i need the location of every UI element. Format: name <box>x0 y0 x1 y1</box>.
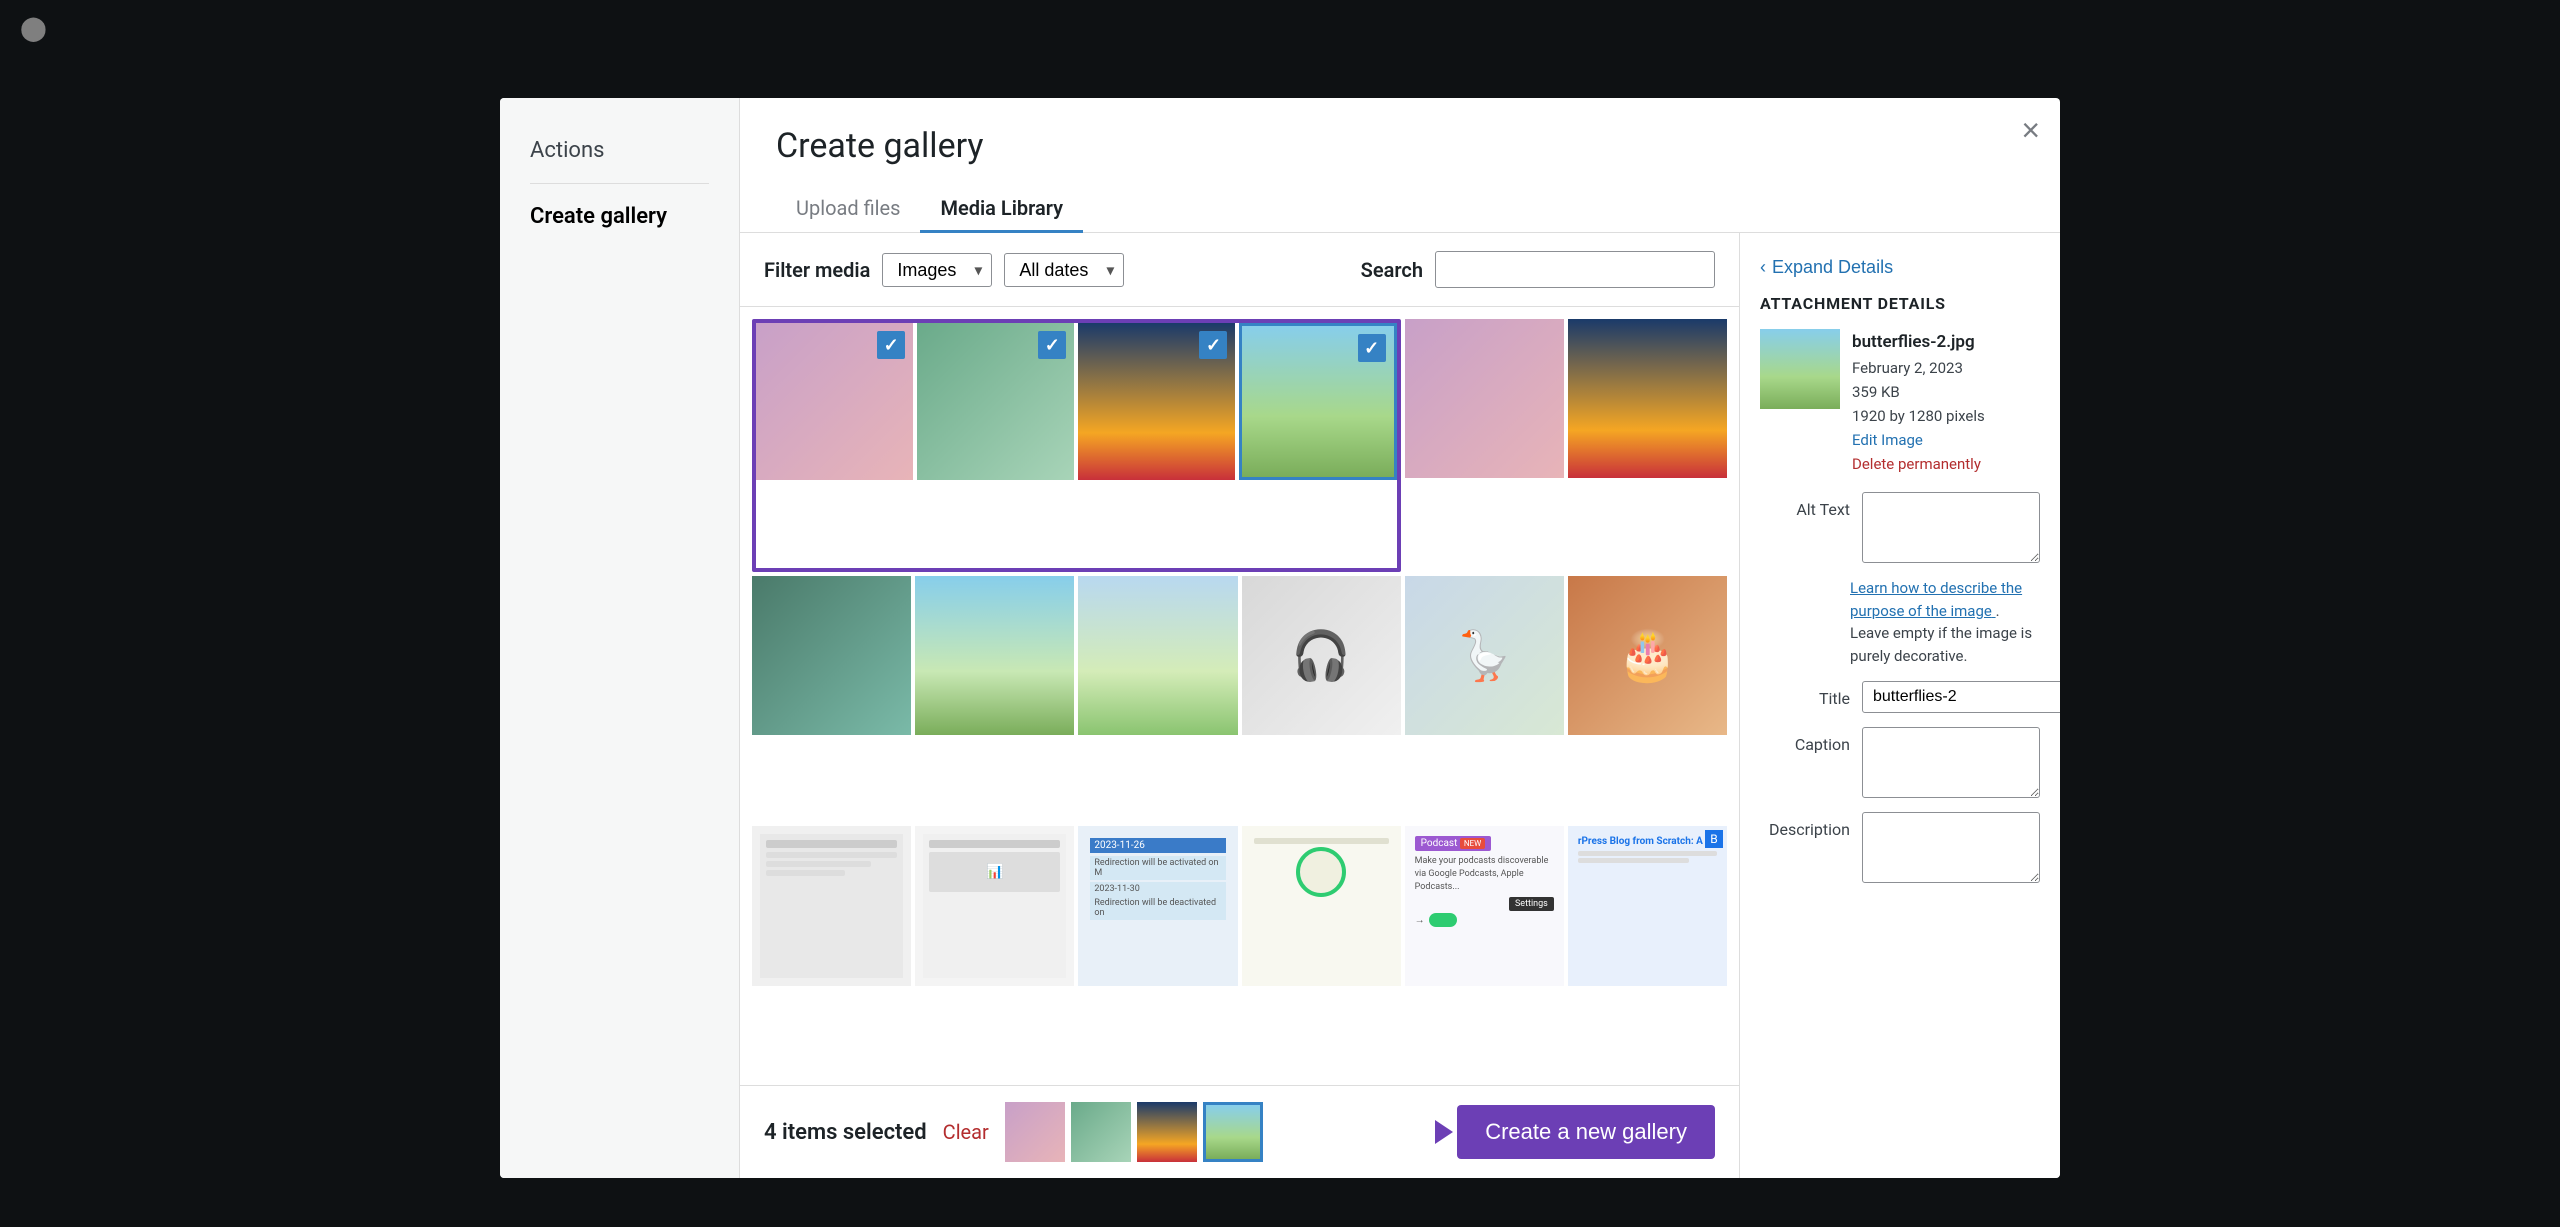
edit-image-link[interactable]: Edit Image <box>1852 431 1923 449</box>
filter-media-label: Filter media <box>764 258 870 282</box>
alt-text-row: Alt Text <box>1760 492 2040 563</box>
learn-alt-text-note: Learn how to describe the purpose of the… <box>1850 577 2040 667</box>
media-item[interactable]: B rPress Blog from Scratch: A <box>1568 826 1727 985</box>
title-row: Title butterflies-2 <box>1760 681 2040 713</box>
check-overlay: ✓ <box>877 331 905 359</box>
tab-media-library[interactable]: Media Library <box>920 186 1083 233</box>
alt-text-label: Alt Text <box>1760 492 1850 519</box>
caption-row: Caption <box>1760 727 2040 798</box>
media-item[interactable]: 2023-11-26 Redirection will be activated… <box>1078 826 1237 985</box>
check-overlay: ✓ <box>1038 331 1066 359</box>
selected-thumb-sunset[interactable] <box>1137 1102 1197 1162</box>
media-item[interactable]: 📊 <box>915 826 1074 985</box>
selection-group: ✓ ✓ <box>752 319 1401 572</box>
media-item[interactable]: 🎧 <box>1242 576 1401 735</box>
media-item[interactable] <box>1242 826 1401 985</box>
check-overlay: ✓ <box>1199 331 1227 359</box>
search-input[interactable] <box>1435 251 1715 288</box>
sidebar-item-actions[interactable]: Actions <box>500 128 739 173</box>
selected-thumbnails <box>1005 1102 1263 1162</box>
media-grid-area: Filter media Images All dates Search <box>740 233 1740 1178</box>
attachment-details-header: ATTACHMENT DETAILS <box>1760 294 2040 313</box>
attachment-meta: butterflies-2.jpg February 2, 2023 359 K… <box>1852 329 1985 476</box>
media-item[interactable] <box>915 576 1074 735</box>
modal-content-area: Filter media Images All dates Search <box>740 233 2060 1178</box>
selected-thumb-daisy[interactable] <box>1071 1102 1131 1162</box>
media-item[interactable]: ✓ <box>917 323 1074 480</box>
media-item[interactable]: ✓ <box>1078 323 1235 480</box>
media-item[interactable]: Podcast NEW Make your podcasts discovera… <box>1405 826 1564 985</box>
modal-main: Create gallery Upload files Media Librar… <box>740 98 2060 1178</box>
media-item[interactable]: 🎂 <box>1568 576 1727 735</box>
attachment-preview: butterflies-2.jpg February 2, 2023 359 K… <box>1760 329 2040 476</box>
media-item[interactable] <box>752 576 911 735</box>
media-item[interactable] <box>1078 576 1237 735</box>
media-item[interactable] <box>1568 319 1727 478</box>
checkmark-icon: ✓ <box>1206 335 1221 356</box>
clear-selection-link[interactable]: Clear <box>943 1120 989 1144</box>
description-row: Description <box>1760 812 2040 883</box>
filter-type-select[interactable]: Images <box>882 253 992 287</box>
create-gallery-modal: Actions Create gallery Create gallery Up… <box>500 98 2060 1178</box>
search-area: Search <box>1361 251 1715 288</box>
modal-close-button[interactable]: × <box>2021 114 2040 146</box>
tab-upload[interactable]: Upload files <box>776 186 920 233</box>
description-label: Description <box>1760 812 1850 839</box>
selected-thumb-butterfly[interactable] <box>1203 1102 1263 1162</box>
checkmark-icon: ✓ <box>1045 335 1060 356</box>
caption-label: Caption <box>1760 727 1850 754</box>
filter-date-wrapper: All dates <box>1004 253 1124 287</box>
media-item[interactable]: ✓ <box>1239 323 1396 480</box>
selected-thumb-rose[interactable] <box>1005 1102 1065 1162</box>
media-item[interactable] <box>1405 319 1564 478</box>
media-item[interactable] <box>752 826 911 985</box>
checkmark-icon: ✓ <box>884 335 899 356</box>
check-overlay: ✓ <box>1358 334 1386 362</box>
filter-type-wrapper: Images <box>882 253 992 287</box>
modal-header: Create gallery Upload files Media Librar… <box>740 98 2060 233</box>
media-item[interactable]: 🪿 <box>1405 576 1564 735</box>
attachment-details-panel: ‹ Expand Details ATTACHMENT DETAILS butt… <box>1740 233 2060 1178</box>
attachment-thumbnail <box>1760 329 1840 409</box>
sidebar-divider <box>530 183 709 184</box>
caption-input[interactable] <box>1862 727 2040 798</box>
create-new-gallery-button[interactable]: Create a new gallery <box>1457 1105 1715 1159</box>
title-input[interactable]: butterflies-2 <box>1862 681 2060 713</box>
modal-title: Create gallery <box>776 126 2024 166</box>
tab-bar: Upload files Media Library <box>776 186 2024 232</box>
title-label: Title <box>1760 681 1850 708</box>
filter-bar: Filter media Images All dates Search <box>740 233 1739 307</box>
modal-sidebar: Actions Create gallery <box>500 98 740 1178</box>
checkmark-icon: ✓ <box>1364 338 1379 359</box>
selected-count: 4 items selected <box>764 1120 927 1145</box>
sidebar-item-create-gallery[interactable]: Create gallery <box>500 194 739 239</box>
search-label: Search <box>1361 258 1423 282</box>
modal-footer: 4 items selected Clear Create a new gall… <box>740 1085 1739 1178</box>
description-input[interactable] <box>1862 812 2040 883</box>
alt-text-input[interactable] <box>1862 492 2040 563</box>
expand-details-button[interactable]: ‹ Expand Details <box>1760 257 1893 278</box>
media-item[interactable]: ✓ <box>756 323 913 480</box>
delete-permanently-link[interactable]: Delete permanently <box>1852 455 1981 473</box>
media-grid: ✓ ✓ <box>740 307 1739 1085</box>
filter-date-select[interactable]: All dates <box>1004 253 1124 287</box>
